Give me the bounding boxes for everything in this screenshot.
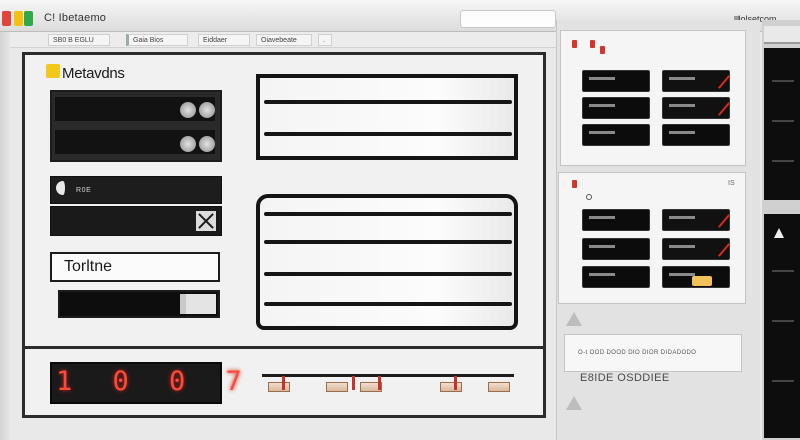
play-icon[interactable] [566,396,582,410]
maximize-window-button[interactable] [24,11,33,26]
timeline-marker[interactable] [488,382,510,392]
preview-line [772,160,794,162]
text-field[interactable]: Torltne [50,252,220,282]
stack-divider [264,100,512,104]
control-button[interactable] [582,209,650,231]
pacman-icon [56,181,70,195]
round-button-icon[interactable] [199,136,215,152]
preview-line [772,270,794,272]
folder-icon [46,64,60,78]
status-dot-icon [586,194,592,200]
close-window-button[interactable] [2,11,11,26]
panel-status: IS [728,180,735,187]
preview-line [772,120,794,122]
round-button-icon[interactable] [180,136,196,152]
left-edge [0,32,10,440]
round-button-icon[interactable] [180,102,196,118]
preview-line [772,380,794,382]
preview-line [772,320,794,322]
stack-divider [264,212,512,216]
caption-line: O-t OOD DOOD DIO DIOR DIDADODO [578,350,697,356]
preview-pane-2[interactable] [764,214,800,438]
timeline-tick [352,376,355,390]
timeline-track[interactable] [262,374,514,396]
control-button-alert[interactable] [662,70,730,92]
stack-divider [264,132,512,136]
control-button[interactable] [582,266,650,288]
stack-divider [264,302,512,306]
toolbar-tab-3[interactable]: Eiddaer [198,34,250,46]
toolbar-tab-4[interactable]: Oiavebeate [256,34,312,46]
status-red-icon [600,46,605,54]
control-button-alert[interactable] [662,238,730,260]
play-icon[interactable] [566,312,582,326]
status-red-icon [572,180,577,188]
control-button-alert[interactable] [662,97,730,119]
search-input[interactable] [460,10,556,28]
control-button-alert[interactable] [662,209,730,231]
caption-large: E8IDE OSDDIEE [580,372,670,384]
preview-line [772,80,794,82]
control-button[interactable] [582,70,650,92]
round-button-icon[interactable] [199,102,215,118]
timeline-marker[interactable] [440,382,462,392]
control-button[interactable] [662,124,730,146]
control-button[interactable] [582,97,650,119]
subpanel-label: R0E [76,187,92,194]
stack-card-top[interactable] [256,74,518,160]
control-button[interactable] [582,124,650,146]
timeline-marker[interactable] [326,382,348,392]
warning-indicator [692,276,712,286]
preview-pane-1[interactable] [764,48,800,200]
timeline-tick [282,376,285,390]
panel-divider [22,346,546,349]
timeline-tick [378,376,381,390]
digit-value: 1 0 0 7 [56,366,254,397]
status-red-icon [590,40,595,48]
close-icon[interactable] [194,209,218,233]
status-red-icon [572,40,577,48]
panel-title: Metavdns [62,65,125,82]
app-title: C! Ibetaemo [44,12,107,24]
stack-divider [264,272,512,276]
timeline-tick [454,376,457,390]
minimize-window-button[interactable] [14,11,23,26]
far-right-header [764,26,800,44]
toolbar-more-button[interactable]: . [318,34,332,46]
toolbar-tab-2[interactable]: Gaia Bios [126,34,188,46]
dark-input-button[interactable] [180,294,216,314]
timeline-marker[interactable] [268,382,290,392]
toolbar-tab-1[interactable]: SB0 B EGLU [48,34,110,46]
control-button[interactable] [582,238,650,260]
stack-divider [264,240,512,244]
